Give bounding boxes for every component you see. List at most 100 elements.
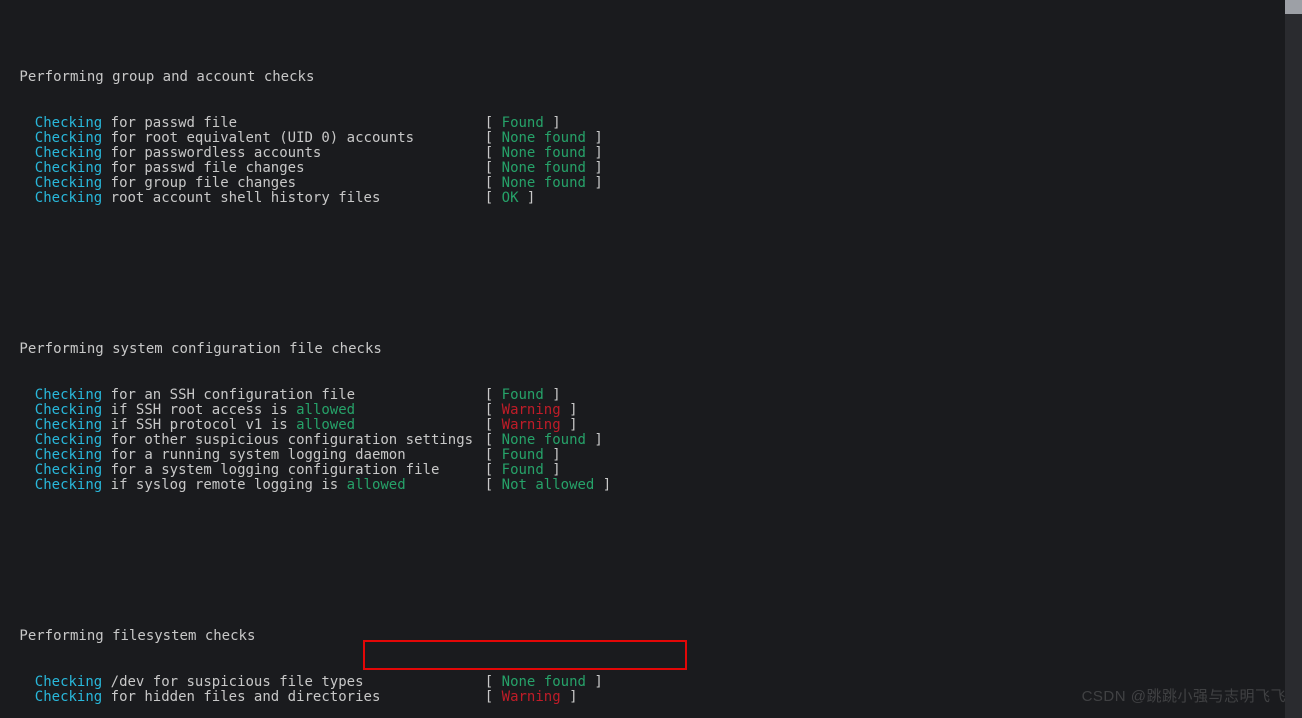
checking-keyword: Checking [35,160,102,176]
check-row: Checking if syslog remote logging is all… [19,478,1298,493]
check-description: for an SSH configuration file [102,387,355,403]
status-text: None found [502,130,586,146]
status-bracket-open: [ [485,417,502,433]
check-description: root account shell history files [102,190,380,206]
checking-keyword: Checking [35,417,102,433]
check-description: for passwd file [102,115,237,131]
status-text: Warning [502,689,561,705]
checking-keyword: Checking [35,115,102,131]
check-row: Checking if SSH protocol v1 is allowed[ … [19,418,1298,433]
status-text: None found [502,160,586,176]
status-bracket-close: ] [586,160,603,176]
status-bracket-open: [ [485,689,502,705]
checking-keyword: Checking [35,689,102,705]
status-text: None found [502,145,586,161]
check-description: if SSH protocol v1 is [102,417,296,433]
check-list: Checking for an SSH configuration file[ … [19,388,1298,494]
status-bracket-close: ] [586,175,603,191]
status-bracket-open: [ [485,477,502,493]
check-description: if SSH root access is [102,402,296,418]
status-bracket-close: ] [586,145,603,161]
check-description: if syslog remote logging is [102,477,346,493]
status-text: Found [502,447,544,463]
check-row: Checking for passwd file [ Found ] [19,116,1298,131]
status-text: None found [502,674,586,690]
status-bracket-open: [ [485,190,502,206]
checking-keyword: Checking [35,462,102,478]
status-bracket-close: ] [561,689,578,705]
check-row: Checking for root equivalent (UID 0) acc… [19,131,1298,146]
status-bracket-open: [ [485,130,502,146]
section-sysconf: Performing system configuration file che… [4,312,1298,524]
status-bracket-open: [ [485,402,502,418]
status-text: Found [502,115,544,131]
check-row: Checking for group file changes [ None fo… [19,176,1298,191]
status-bracket-close: ] [544,447,561,463]
check-row: Checking for passwd file changes[ None f… [19,161,1298,176]
section-group-account: Performing group and account checks Chec… [4,40,1298,236]
status-bracket-open: [ [485,674,502,690]
status-bracket-open: [ [485,447,502,463]
check-description: for a system logging configuration file [102,462,439,478]
checking-keyword: Checking [35,387,102,403]
status-bracket-close: ] [586,432,603,448]
status-bracket-close: ] [519,190,536,206]
status-bracket-close: ] [544,387,561,403]
checking-keyword: Checking [35,130,102,146]
checking-keyword: Checking [35,190,102,206]
status-text: Found [502,387,544,403]
check-description: for passwd file changes [102,160,304,176]
status-text: OK [502,190,519,206]
check-description: for hidden files and directories [102,689,380,705]
blank-line [4,554,1298,569]
status-bracket-open: [ [485,387,502,403]
status-text: Warning [502,417,561,433]
section-title: Performing filesystem checks [19,629,1298,644]
check-description: /dev for suspicious file types [102,674,363,690]
status-bracket-open: [ [485,145,502,161]
check-description: for passwordless accounts [102,145,321,161]
status-bracket-close: ] [561,402,578,418]
check-description: for group file changes [102,175,296,191]
status-bracket-close: ] [586,130,603,146]
check-row: Checking for passwordless accounts [ None… [19,146,1298,161]
scrollbar-thumb[interactable] [1285,0,1302,14]
checking-keyword: Checking [35,674,102,690]
check-description-extra: allowed [296,417,355,433]
status-bracket-open: [ [485,115,502,131]
checking-keyword: Checking [35,477,102,493]
status-text: Found [502,462,544,478]
check-description: for a running system logging daemon [102,447,405,463]
checking-keyword: Checking [35,145,102,161]
watermark-text: CSDN @跳跳小强与志明飞飞 [1082,685,1286,706]
status-bracket-close: ] [561,417,578,433]
status-bracket-close: ] [586,674,603,690]
blank-line [4,267,1298,282]
terminal-output[interactable]: Performing group and account checks Chec… [0,0,1302,718]
check-row: Checking for a system logging configurat… [19,463,1298,478]
check-row: Checking for an SSH configuration file[ … [19,388,1298,403]
section-title: Performing group and account checks [19,70,1298,85]
scrollbar-track[interactable] [1285,0,1302,718]
status-text: None found [502,175,586,191]
checking-keyword: Checking [35,402,102,418]
status-text: Not allowed [502,477,595,493]
checking-keyword: Checking [35,175,102,191]
check-row: Checking for other suspicious configurat… [19,433,1298,448]
status-bracket-open: [ [485,432,502,448]
checking-keyword: Checking [35,432,102,448]
status-bracket-open: [ [485,462,502,478]
check-description: for other suspicious configuration setti… [102,432,473,448]
checking-keyword: Checking [35,447,102,463]
check-row: Checking if SSH root access is allowed[ … [19,403,1298,418]
check-row: Checking for a running system logging da… [19,448,1298,463]
status-text: None found [502,432,586,448]
check-description: for root equivalent (UID 0) accounts [102,130,414,146]
status-bracket-close: ] [544,115,561,131]
section-title: Performing system configuration file che… [19,342,1298,357]
status-bracket-open: [ [485,175,502,191]
status-bracket-close: ] [544,462,561,478]
check-list: Checking for passwd file[ Found ]Checkin… [19,116,1298,207]
check-description-extra: allowed [296,402,355,418]
check-row: Checking root account shell history file… [19,191,1298,206]
